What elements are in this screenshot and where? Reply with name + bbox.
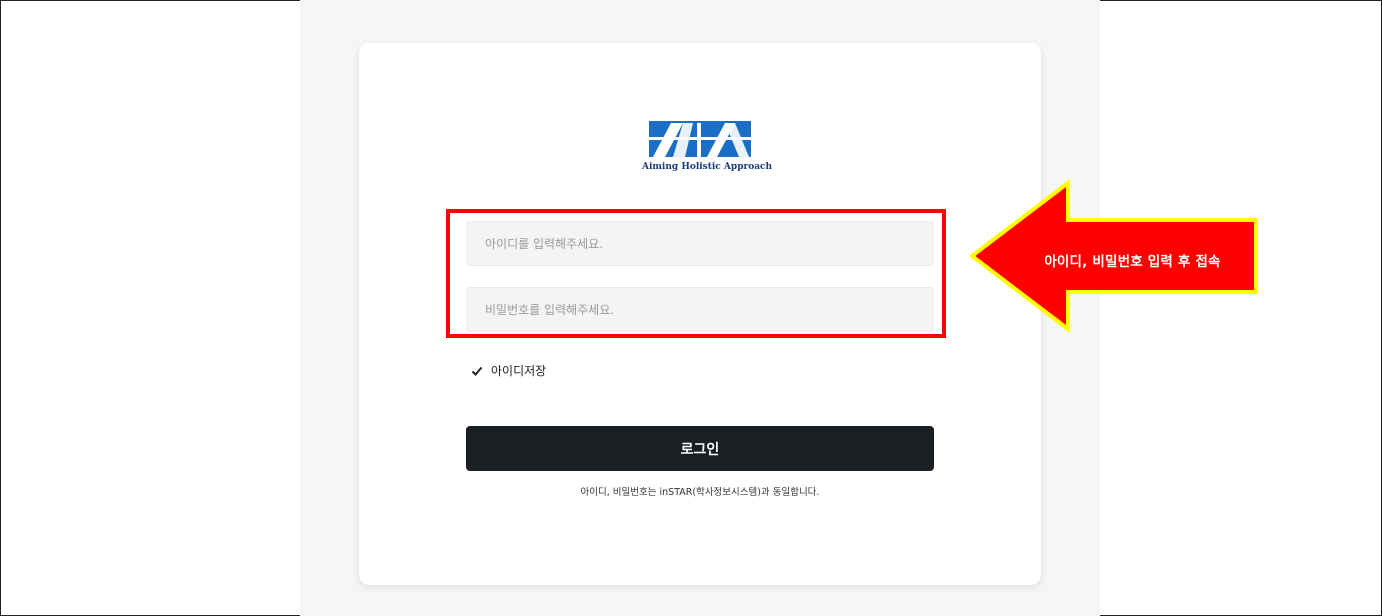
remember-id-checkbox[interactable]: 아이디저장 [470, 362, 546, 379]
aha-logo-mark [649, 121, 751, 157]
logo-tagline: Aiming Holistic Approach [642, 162, 773, 172]
user-id-input[interactable] [466, 221, 934, 266]
login-notice: 아이디, 비밀번호는 inSTAR(학사정보시스템)과 동일합니다. [580, 487, 820, 498]
login-button[interactable]: 로그인 [466, 426, 934, 471]
logo: Aiming Holistic Approach [642, 120, 772, 176]
callout-text: 아이디, 비밀번호 입력 후 접속 [1044, 254, 1221, 270]
remember-id-label: 아이디저장 [491, 364, 547, 378]
password-input[interactable] [466, 287, 934, 332]
checkmark-icon [471, 366, 483, 376]
